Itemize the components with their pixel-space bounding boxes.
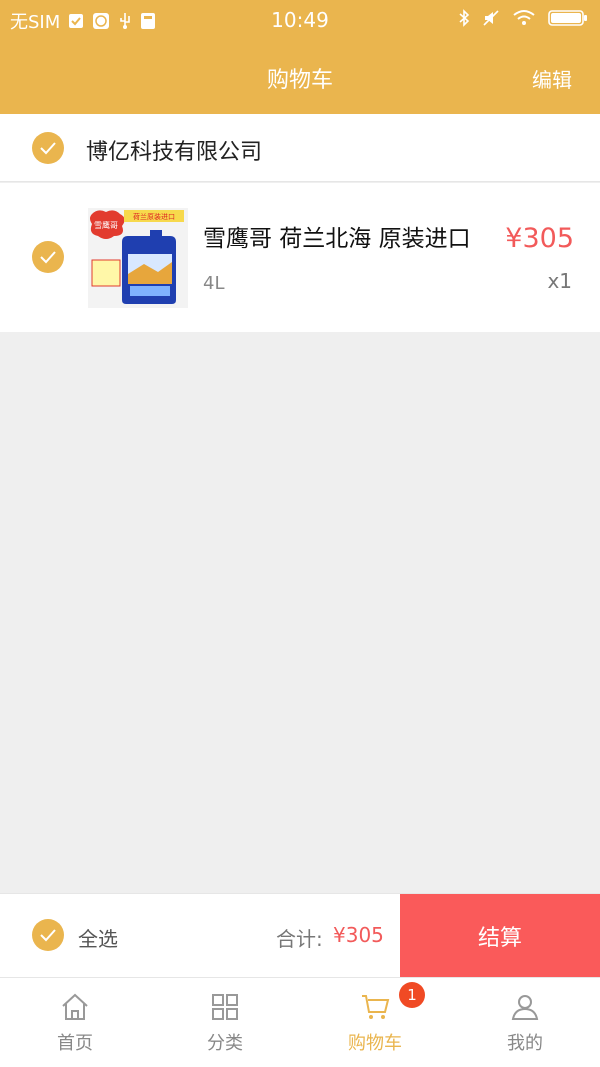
status-bar: 无SIM 10:49 [0, 0, 600, 40]
tab-label: 购物车 [348, 1033, 402, 1054]
product-price: ¥305 [505, 223, 574, 254]
tab-label: 我的 [507, 1033, 543, 1054]
tab-label: 分类 [207, 1033, 243, 1054]
tab-label: 首页 [57, 1033, 93, 1054]
checkout-button[interactable]: 结算 [400, 894, 600, 978]
user-icon [511, 995, 539, 1020]
mute-icon [482, 9, 500, 27]
status-right [458, 9, 588, 27]
nav-bar: 购物车 编辑 [0, 40, 600, 114]
product-title[interactable]: 雪鹰哥 荷兰北海 原装进口 [203, 219, 488, 253]
item-checkbox[interactable] [32, 241, 64, 273]
edit-button[interactable]: 编辑 [532, 64, 572, 93]
home-icon [62, 993, 88, 1020]
check-icon [40, 251, 56, 264]
bluetooth-icon [458, 9, 470, 27]
tab-home[interactable]: 首页 [0, 978, 150, 1067]
store-row: 博亿科技有限公司 [0, 114, 600, 182]
check-icon [40, 929, 56, 942]
product-image[interactable]: 雪鹰哥 荷兰原装进口 [88, 208, 188, 308]
cart-count-badge: 1 [399, 982, 425, 1008]
store-name[interactable]: 博亿科技有限公司 [86, 134, 262, 166]
tab-bar: 首页 分类 1 购物车 我的 [0, 977, 600, 1067]
total-value: ¥305 [333, 923, 384, 947]
tab-cart[interactable]: 1 购物车 [300, 978, 450, 1067]
check-icon [40, 142, 56, 155]
thumb-banner: 荷兰原装进口 [133, 212, 175, 221]
tab-category[interactable]: 分类 [150, 978, 300, 1067]
select-all-checkbox[interactable] [32, 919, 64, 951]
tab-profile[interactable]: 我的 [450, 978, 600, 1067]
grid-icon [212, 994, 238, 1020]
thumb-brand: 雪鹰哥 [94, 220, 118, 230]
product-quantity: x1 [547, 269, 572, 293]
cart-icon [362, 995, 390, 1019]
product-spec: 4L [203, 273, 225, 294]
select-all-label[interactable]: 全选 [78, 923, 118, 952]
cart-item[interactable]: 雪鹰哥 荷兰原装进口 雪鹰哥 荷兰北海 原装进口 4L ¥305 x1 [0, 183, 600, 332]
page-title: 购物车 [266, 68, 333, 93]
battery-icon [548, 9, 588, 27]
total-label: 合计: [276, 927, 323, 951]
wifi-icon [512, 9, 536, 27]
checkout-bar: 全选 合计: ¥305 结算 [0, 893, 600, 978]
store-checkbox[interactable] [32, 132, 64, 164]
